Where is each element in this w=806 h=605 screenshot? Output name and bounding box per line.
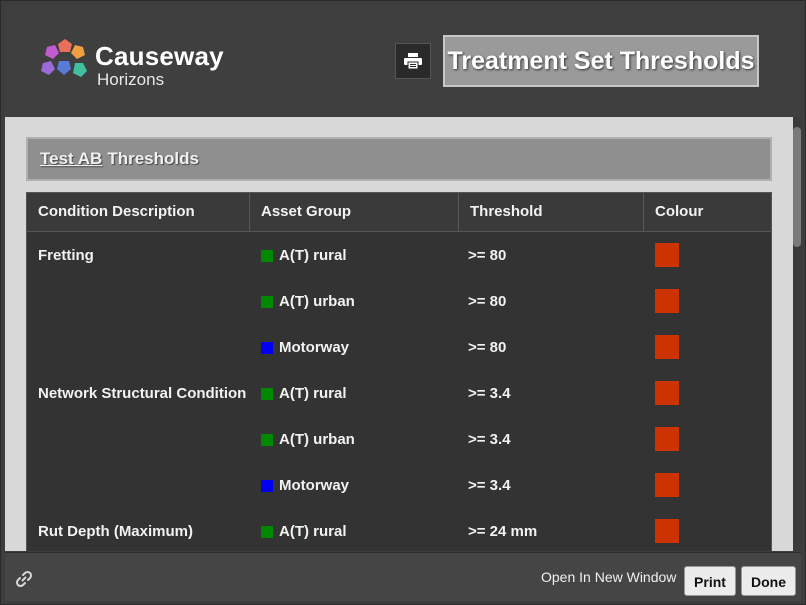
asset-group-cell: A(T) rural <box>279 523 347 540</box>
logo-mark-icon <box>41 39 87 77</box>
asset-group-cell: A(T) urban <box>279 431 355 448</box>
dialog-footer: Open In New Window Print Done <box>5 552 801 601</box>
threshold-cell: >= 3.4 <box>468 477 511 494</box>
asset-group-cell: A(T) urban <box>279 293 355 310</box>
asset-group-swatch <box>261 342 273 354</box>
table-row: Motorway >= 80 <box>27 325 771 371</box>
table-row: Fretting A(T) rural >= 80 <box>27 233 771 279</box>
table-row: Network Structural Condition A(T) rural … <box>27 371 771 417</box>
vertical-scrollbar[interactable] <box>793 117 801 551</box>
asset-group-swatch <box>261 250 273 262</box>
threshold-cell: >= 3.4 <box>468 431 511 448</box>
thresholds-table: Condition Description Asset Group Thresh… <box>26 192 772 551</box>
dialog-window: Causeway Horizons Treatment Set Threshol… <box>0 0 806 605</box>
column-header-colour[interactable]: Colour <box>644 193 771 231</box>
open-in-new-window-link[interactable]: Open In New Window <box>541 553 676 601</box>
colour-swatch <box>655 519 679 543</box>
page-title: Treatment Set Thresholds <box>443 35 759 87</box>
print-icon-button[interactable] <box>395 43 431 79</box>
colour-swatch <box>655 243 679 267</box>
table-row: A(T) urban >= 3.4 <box>27 417 771 463</box>
link-icon[interactable] <box>15 570 33 588</box>
threshold-cell: >= 3.4 <box>468 385 511 402</box>
section-title-suffix: Thresholds <box>107 149 199 168</box>
asset-group-swatch <box>261 388 273 400</box>
colour-swatch <box>655 289 679 313</box>
colour-swatch <box>655 473 679 497</box>
colour-swatch <box>655 335 679 359</box>
dialog-header: Causeway Horizons Treatment Set Threshol… <box>5 5 801 117</box>
printer-icon <box>404 53 422 69</box>
table-header: Condition Description Asset Group Thresh… <box>27 193 771 232</box>
table-row: A(T) urban >= 80 <box>27 279 771 325</box>
asset-group-cell: Motorway <box>279 339 350 356</box>
causeway-logo: Causeway Horizons <box>37 35 237 95</box>
content-area: Test AB Thresholds Condition Description… <box>5 117 793 551</box>
treatment-set-link[interactable]: Test AB <box>40 149 102 169</box>
table-row: Rut Depth (Maximum) A(T) rural >= 24 mm <box>27 509 771 551</box>
asset-group-swatch <box>261 526 273 538</box>
scrollbar-thumb[interactable] <box>793 127 801 247</box>
condition-cell: Network Structural Condition <box>38 385 247 402</box>
asset-group-cell: A(T) rural <box>279 247 347 264</box>
threshold-cell: >= 24 mm <box>468 523 538 540</box>
asset-group-swatch <box>261 296 273 308</box>
done-button[interactable]: Done <box>741 566 796 596</box>
column-header-threshold[interactable]: Threshold <box>459 193 644 231</box>
asset-group-swatch <box>261 480 273 492</box>
colour-swatch <box>655 427 679 451</box>
asset-group-cell: Motorway <box>279 477 350 494</box>
asset-group-swatch <box>261 434 273 446</box>
column-header-condition[interactable]: Condition Description <box>27 193 250 231</box>
print-button[interactable]: Print <box>684 566 736 596</box>
threshold-cell: >= 80 <box>468 293 507 310</box>
asset-group-cell: A(T) rural <box>279 385 347 402</box>
column-header-asset-group[interactable]: Asset Group <box>250 193 459 231</box>
section-header: Test AB Thresholds <box>26 137 772 181</box>
condition-cell: Fretting <box>38 247 94 264</box>
logo-subtitle: Horizons <box>97 70 165 89</box>
condition-cell: Rut Depth (Maximum) <box>38 523 193 540</box>
threshold-cell: >= 80 <box>468 247 507 264</box>
table-row: Motorway >= 3.4 <box>27 463 771 509</box>
colour-swatch <box>655 381 679 405</box>
threshold-cell: >= 80 <box>468 339 507 356</box>
logo-name: Causeway <box>95 41 224 71</box>
